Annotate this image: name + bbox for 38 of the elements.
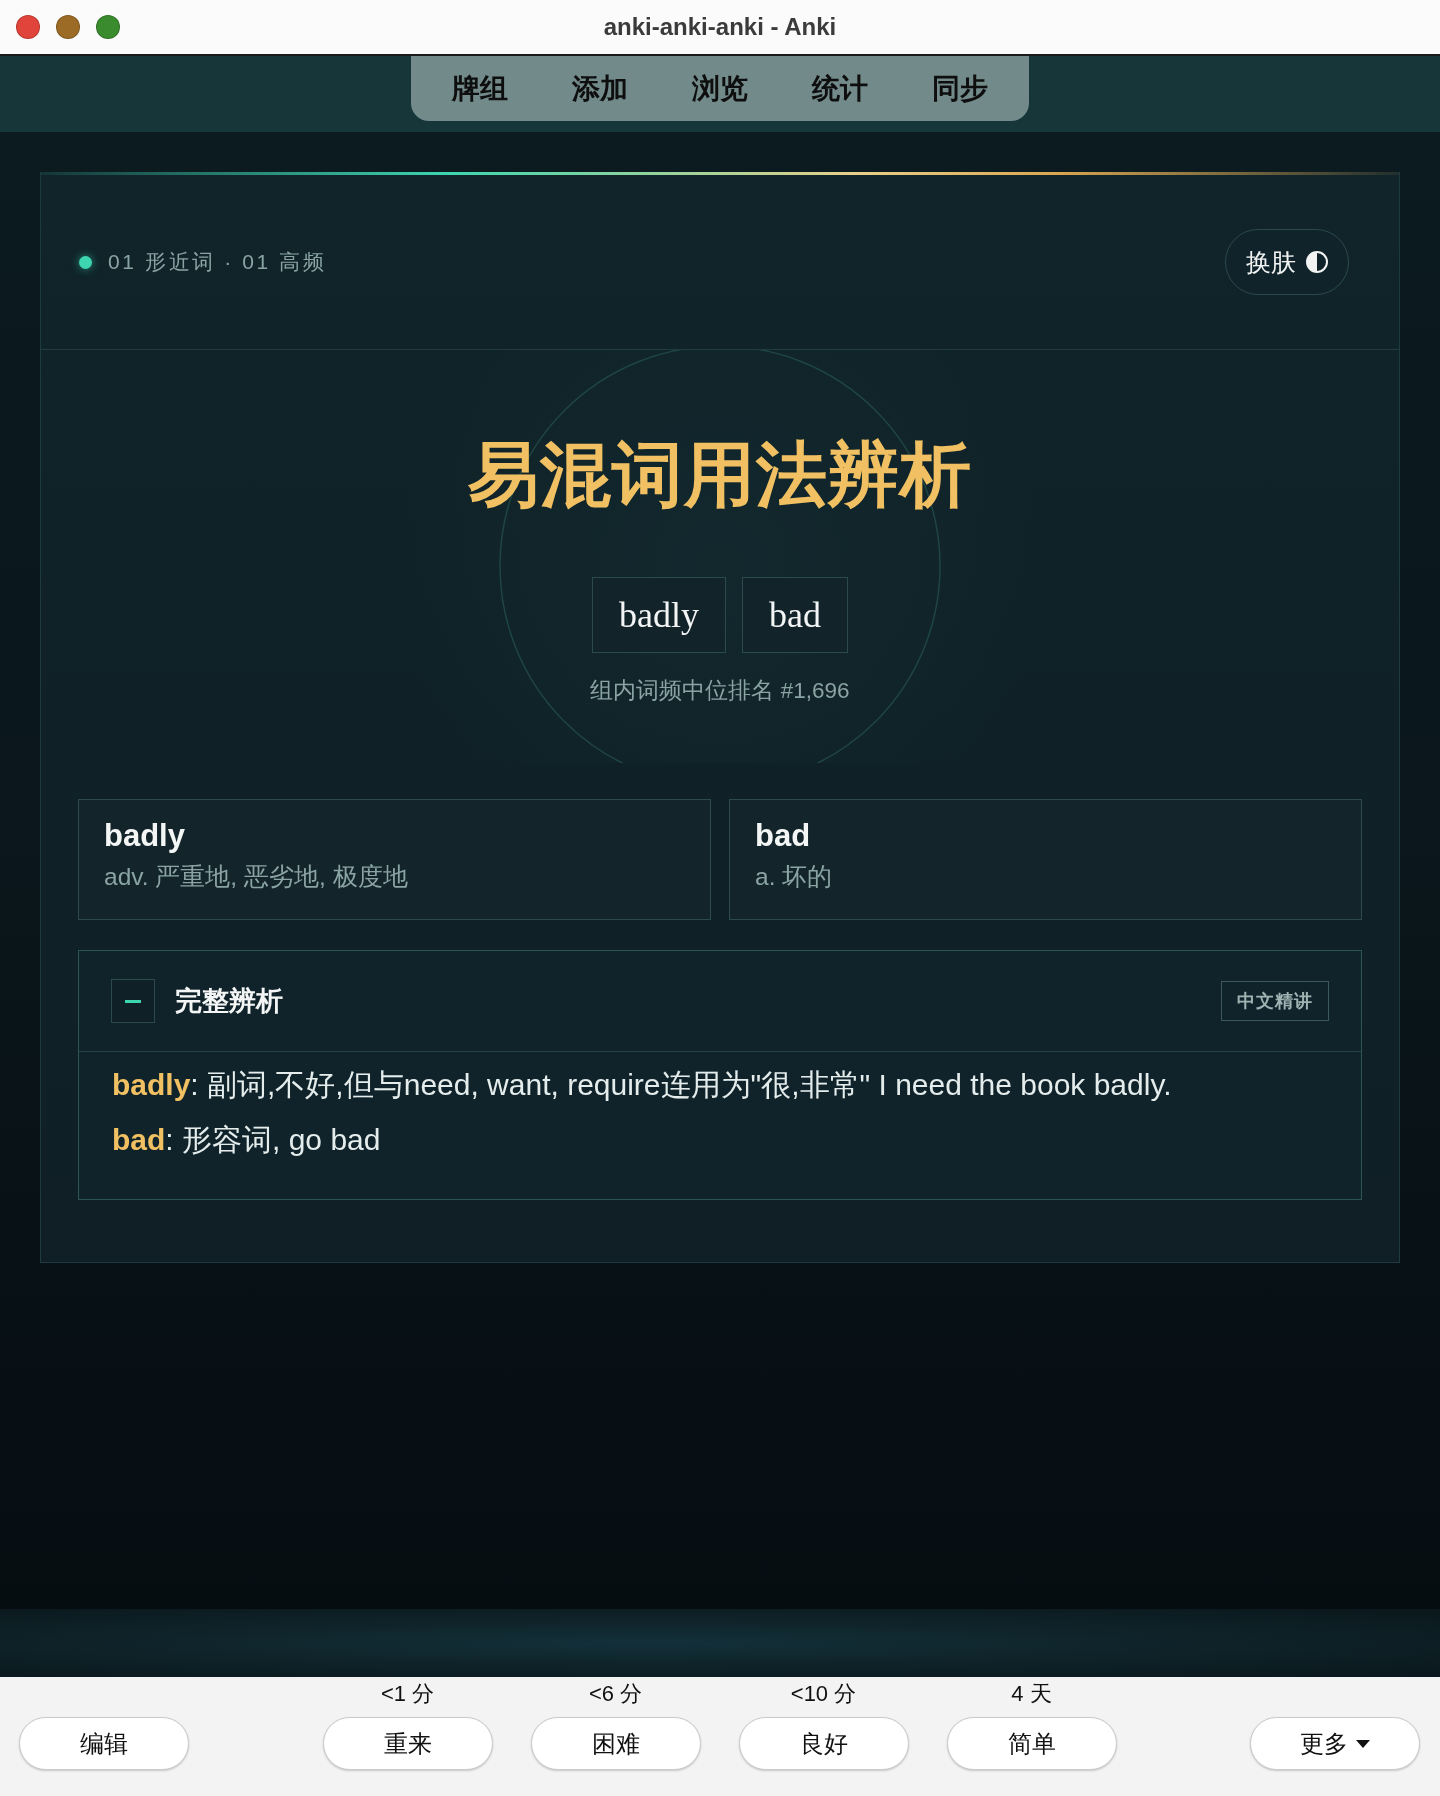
ease-button[interactable]: 困难 (530, 1717, 701, 1770)
caret-icon (1356, 1739, 1370, 1748)
interval-label: <1 分 (380, 1681, 435, 1707)
more-button[interactable]: 更多 (1250, 1717, 1420, 1770)
nav-tab[interactable]: 统计 (780, 64, 900, 113)
window-maximize-button[interactable] (96, 15, 120, 39)
definition-word: badly (104, 817, 186, 855)
collapse-button[interactable] (111, 979, 155, 1023)
window-title: anki-anki-anki - Anki (603, 13, 837, 41)
interval-label: <10 分 (790, 1681, 857, 1707)
interval-label: 4 天 (1011, 1681, 1052, 1707)
minus-icon (125, 999, 141, 1003)
ease-button[interactable]: 良好 (738, 1717, 909, 1770)
analysis-line: badly: 副词,不好,但与need, want, require连用为"很,非常" I need the book badly. (112, 1067, 1173, 1103)
nav-tab[interactable]: 添加 (540, 64, 660, 113)
nav-tab[interactable]: 同步 (900, 64, 1020, 113)
hero-title: 易混词用法辨析 (468, 434, 972, 516)
breadcrumb-text: 01 形近词 · 01 高频 (108, 249, 327, 275)
definition-meaning: a. 坏的 (755, 862, 834, 892)
definition-word: bad (755, 817, 812, 855)
language-tag: 中文精讲 (1221, 981, 1329, 1021)
rank-text: 组内词频中位排名 #1,696 (590, 677, 850, 705)
window-close-button[interactable] (16, 15, 40, 39)
ease-button[interactable]: 重来 (322, 1717, 493, 1770)
interval-label: <6 分 (588, 1681, 643, 1707)
word-chip: bad (742, 577, 848, 653)
half-circle-icon (1306, 251, 1328, 273)
word-chip: badly (592, 577, 726, 653)
status-dot-icon (79, 255, 92, 269)
definition-meaning: adv. 严重地, 恶劣地, 极度地 (104, 862, 409, 892)
nav-tab[interactable]: 浏览 (660, 64, 780, 113)
window-minimize-button[interactable] (56, 15, 80, 39)
analysis-title: 完整辨析 (175, 985, 284, 1018)
theme-toggle-button[interactable]: 换肤 (1225, 229, 1349, 295)
ease-button[interactable]: 简单 (946, 1717, 1117, 1770)
analysis-line: bad: 形容词, go bad (112, 1122, 382, 1158)
nav-tab[interactable]: 牌组 (420, 64, 540, 113)
edit-button[interactable]: 编辑 (19, 1717, 189, 1770)
